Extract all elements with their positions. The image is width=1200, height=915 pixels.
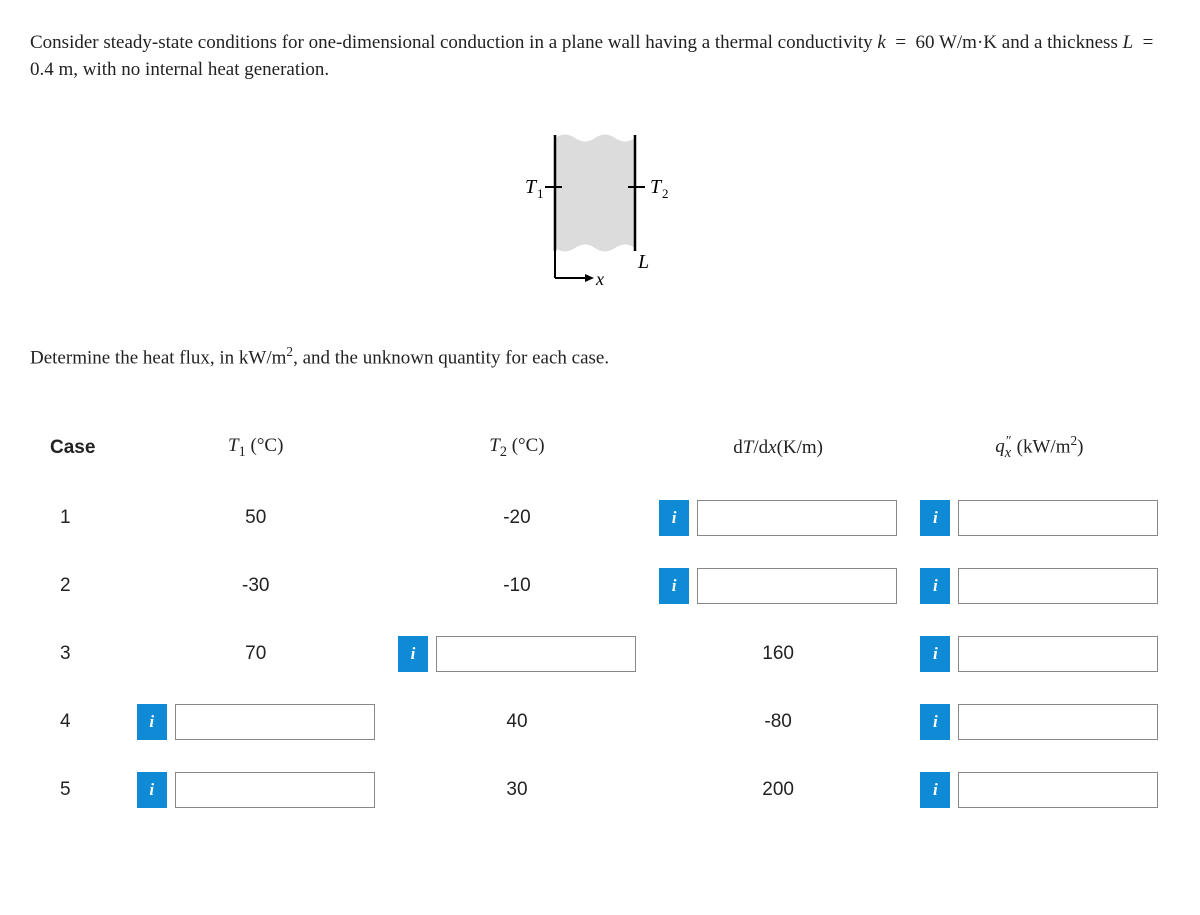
info-icon[interactable]: i [659,568,689,604]
T2-value-row0: -20 [386,484,647,552]
diagram-x-label: x [595,269,604,289]
diagram-T1-sub: 1 [537,186,544,201]
case-number: 1 [30,484,125,552]
diagram-T2-sub: 2 [662,186,669,201]
diagram-svg: T 1 T 2 x L [490,123,710,303]
header-T2: T2 (°C) [386,422,647,484]
qx-input-row4[interactable] [958,772,1158,808]
info-icon[interactable]: i [398,636,428,672]
qx-input-row0[interactable] [958,500,1158,536]
T2-value-row4: 30 [386,756,647,824]
problem-statement: Consider steady-state conditions for one… [30,30,1170,83]
wall-diagram: T 1 T 2 x L [30,123,1170,303]
info-icon[interactable]: i [137,772,167,808]
header-dTdx: dT/dx(K/m) [648,422,909,484]
info-icon[interactable]: i [659,500,689,536]
diagram-L-label: L [637,251,649,273]
qx-input-row3[interactable] [958,704,1158,740]
followup-instruction: Determine the heat flux, in kW/m2, and t… [30,343,1170,372]
header-qx: qx″(kW/m2) [909,422,1170,484]
qx-input-row1[interactable] [958,568,1158,604]
T2-value-row1: -10 [386,552,647,620]
data-table: Case T1 (°C) T2 (°C) dT/dx(K/m) qx″(kW/m… [30,422,1170,824]
dTdx-value-row4: 200 [648,756,909,824]
dTdx-value-row3: -80 [648,688,909,756]
case-number: 4 [30,688,125,756]
case-number: 3 [30,620,125,688]
T1-input-row3[interactable] [175,704,375,740]
info-icon[interactable]: i [920,500,950,536]
T1-value-row2: 70 [125,620,386,688]
info-icon[interactable]: i [137,704,167,740]
T2-input-row2[interactable] [436,636,636,672]
T1-input-row4[interactable] [175,772,375,808]
info-icon[interactable]: i [920,704,950,740]
T2-value-row3: 40 [386,688,647,756]
table-row: 4i40-80i [30,688,1170,756]
dTdx-input-row0[interactable] [697,500,897,536]
dTdx-value-row2: 160 [648,620,909,688]
qx-input-row2[interactable] [958,636,1158,672]
table-row: 2-30-10 i i [30,552,1170,620]
header-T1: T1 (°C) [125,422,386,484]
info-icon[interactable]: i [920,636,950,672]
case-number: 2 [30,552,125,620]
info-icon[interactable]: i [920,568,950,604]
header-case: Case [30,422,125,484]
case-number: 5 [30,756,125,824]
table-row: 5i30200i [30,756,1170,824]
dTdx-input-row1[interactable] [697,568,897,604]
table-row: 150-20 i i [30,484,1170,552]
table-row: 370 i 160 i [30,620,1170,688]
T1-value-row1: -30 [125,552,386,620]
info-icon[interactable]: i [920,772,950,808]
problem-text: Consider steady-state conditions for one… [30,32,1158,80]
T1-value-row0: 50 [125,484,386,552]
